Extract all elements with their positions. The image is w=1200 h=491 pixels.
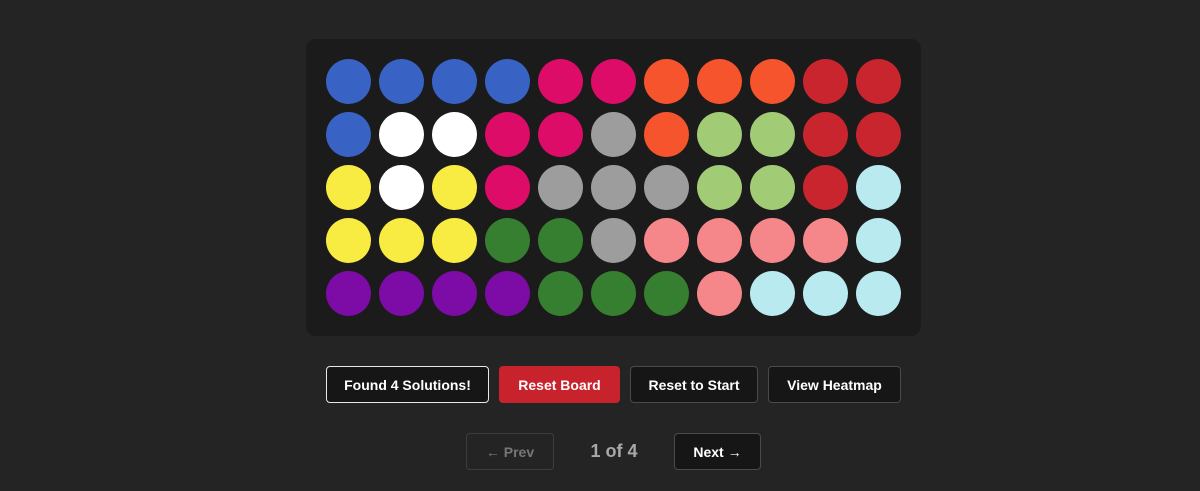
peg-pink[interactable] bbox=[750, 218, 795, 263]
peg-blue[interactable] bbox=[326, 59, 371, 104]
peg-magenta[interactable] bbox=[538, 112, 583, 157]
reset-board-button[interactable]: Reset Board bbox=[499, 366, 620, 403]
peg-pink[interactable] bbox=[644, 218, 689, 263]
peg-pink[interactable] bbox=[803, 218, 848, 263]
peg-pink[interactable] bbox=[697, 271, 742, 316]
peg-magenta[interactable] bbox=[485, 112, 530, 157]
peg-purple[interactable] bbox=[379, 271, 424, 316]
peg-orange[interactable] bbox=[644, 59, 689, 104]
peg-blue[interactable] bbox=[379, 59, 424, 104]
peg-red[interactable] bbox=[856, 112, 901, 157]
peg-yellow[interactable] bbox=[432, 165, 477, 210]
peg-green[interactable] bbox=[644, 271, 689, 316]
peg-red[interactable] bbox=[803, 112, 848, 157]
found-solutions-button[interactable]: Found 4 Solutions! bbox=[326, 366, 489, 403]
peg-magenta[interactable] bbox=[591, 59, 636, 104]
next-button[interactable]: Next → bbox=[674, 433, 761, 470]
peg-red[interactable] bbox=[803, 165, 848, 210]
peg-purple[interactable] bbox=[485, 271, 530, 316]
peg-cyan[interactable] bbox=[856, 218, 901, 263]
peg-orange[interactable] bbox=[644, 112, 689, 157]
peg-green[interactable] bbox=[538, 218, 583, 263]
peg-gray[interactable] bbox=[591, 165, 636, 210]
page-indicator: 1 of 4 bbox=[590, 441, 638, 461]
peg-magenta[interactable] bbox=[538, 59, 583, 104]
peg-lightgreen[interactable] bbox=[750, 112, 795, 157]
peg-purple[interactable] bbox=[326, 271, 371, 316]
peg-lightgreen[interactable] bbox=[750, 165, 795, 210]
peg-blue[interactable] bbox=[432, 59, 477, 104]
peg-yellow[interactable] bbox=[432, 218, 477, 263]
peg-green[interactable] bbox=[591, 271, 636, 316]
game-board bbox=[306, 39, 921, 336]
peg-gray[interactable] bbox=[538, 165, 583, 210]
peg-green[interactable] bbox=[538, 271, 583, 316]
peg-lightgreen[interactable] bbox=[697, 112, 742, 157]
peg-magenta[interactable] bbox=[485, 165, 530, 210]
peg-white[interactable] bbox=[432, 112, 477, 157]
peg-lightgreen[interactable] bbox=[697, 165, 742, 210]
peg-blue[interactable] bbox=[485, 59, 530, 104]
peg-pink[interactable] bbox=[697, 218, 742, 263]
peg-white[interactable] bbox=[379, 112, 424, 157]
peg-yellow[interactable] bbox=[326, 218, 371, 263]
reset-to-start-button[interactable]: Reset to Start bbox=[630, 366, 758, 403]
peg-orange[interactable] bbox=[697, 59, 742, 104]
peg-gray[interactable] bbox=[644, 165, 689, 210]
peg-blue[interactable] bbox=[326, 112, 371, 157]
peg-cyan[interactable] bbox=[856, 165, 901, 210]
peg-green[interactable] bbox=[485, 218, 530, 263]
peg-gray[interactable] bbox=[591, 218, 636, 263]
peg-red[interactable] bbox=[803, 59, 848, 104]
peg-red[interactable] bbox=[856, 59, 901, 104]
peg-white[interactable] bbox=[379, 165, 424, 210]
peg-cyan[interactable] bbox=[856, 271, 901, 316]
prev-button[interactable]: ← Prev bbox=[466, 433, 554, 470]
peg-yellow[interactable] bbox=[379, 218, 424, 263]
peg-orange[interactable] bbox=[750, 59, 795, 104]
peg-purple[interactable] bbox=[432, 271, 477, 316]
peg-cyan[interactable] bbox=[750, 271, 795, 316]
peg-yellow[interactable] bbox=[326, 165, 371, 210]
peg-cyan[interactable] bbox=[803, 271, 848, 316]
view-heatmap-button[interactable]: View Heatmap bbox=[768, 366, 901, 403]
peg-gray[interactable] bbox=[591, 112, 636, 157]
